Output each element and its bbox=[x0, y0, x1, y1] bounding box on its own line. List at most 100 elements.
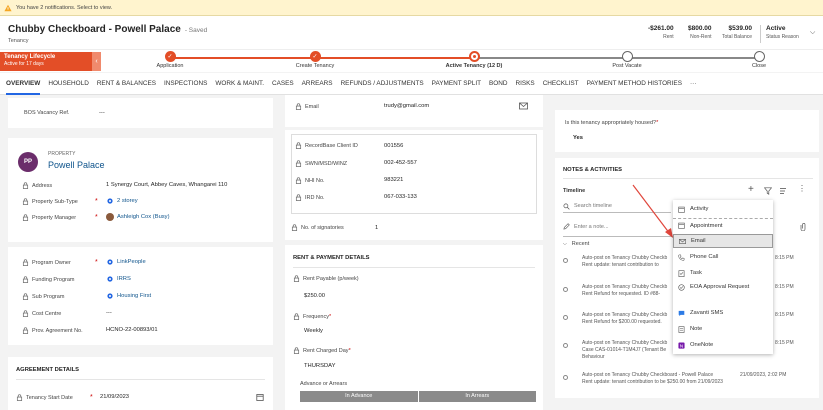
more-options-icon[interactable]: ⋮ bbox=[798, 184, 806, 193]
pending-stage-icon bbox=[621, 51, 633, 62]
kpi-value: $800.00 bbox=[688, 25, 712, 32]
save-status: - Saved bbox=[184, 27, 208, 34]
required-marker: * bbox=[95, 259, 98, 266]
filter-icon[interactable] bbox=[764, 187, 772, 195]
tab-bond[interactable]: BOND bbox=[489, 73, 507, 95]
lock-icon bbox=[295, 160, 302, 167]
tab-payment-split[interactable]: PAYMENT SPLIT bbox=[432, 73, 481, 95]
header-expand-chevron-icon[interactable]: ⌵ bbox=[810, 29, 815, 37]
timeline-item[interactable]: Auto-post on Tenancy Chubby Checkb Rent … bbox=[563, 255, 667, 269]
in-advance-option[interactable]: In Advance bbox=[300, 391, 419, 402]
lock-icon bbox=[22, 182, 29, 189]
menu-item-label: Zavanti SMS bbox=[690, 310, 724, 316]
funding-value[interactable]: IRRS bbox=[106, 275, 131, 283]
tab-overview[interactable]: OVERVIEW bbox=[6, 73, 41, 95]
tab-cases[interactable]: CASES bbox=[272, 73, 294, 95]
frequency-value[interactable]: Weekly bbox=[304, 328, 323, 334]
cost-value[interactable]: --- bbox=[106, 310, 112, 316]
owner-link[interactable]: LinkPeople bbox=[117, 259, 146, 265]
send-email-icon[interactable] bbox=[519, 102, 528, 110]
tab-household[interactable]: HOUSEHOLD bbox=[48, 73, 88, 95]
feed-line-2: Rent update: tenant contribution to be $… bbox=[582, 379, 723, 385]
menu-item-note[interactable]: Note bbox=[673, 322, 773, 336]
field-label: BOS Vacancy Ref. bbox=[24, 110, 70, 116]
bos-value[interactable]: --- bbox=[99, 110, 105, 116]
tab-payment-method-histories[interactable]: PAYMENT METHOD HISTORIES bbox=[587, 73, 682, 95]
menu-item-email[interactable]: Email bbox=[673, 234, 773, 248]
calendar-icon[interactable] bbox=[256, 393, 264, 401]
collapse-arrow-icon[interactable]: ‹ bbox=[92, 52, 101, 71]
sort-icon[interactable] bbox=[779, 187, 787, 195]
charged-day-value[interactable]: THURSDAY bbox=[304, 363, 335, 369]
stage-active-tenancy[interactable]: Active Tenancy (12 D) bbox=[429, 50, 519, 69]
tab-inspections[interactable]: INSPECTIONS bbox=[164, 73, 207, 95]
email-value[interactable]: trudy@gmail.com bbox=[384, 103, 429, 109]
kpi-status: Active Status Reason bbox=[766, 25, 799, 40]
menu-item-onenote[interactable]: N OneNote bbox=[673, 338, 773, 352]
tab-more[interactable]: ··· bbox=[690, 73, 696, 95]
address-value[interactable]: 1 Synergy Court, Abbey Caves, Whangarei … bbox=[106, 182, 227, 188]
attach-icon[interactable] bbox=[800, 223, 806, 231]
lifecycle-flag[interactable]: Tenancy Lifecycle Active for 17 days bbox=[0, 52, 92, 71]
kpi-label: Non-Rent bbox=[690, 34, 712, 40]
kpi-value: Active bbox=[766, 25, 786, 32]
timeline-item[interactable]: Auto-post on Tenancy Chubby Checkb Rent … bbox=[563, 312, 667, 326]
property-caption: PROPERTY bbox=[48, 151, 76, 157]
menu-item-label: Appointment bbox=[690, 222, 723, 229]
stage-post-vacate[interactable]: Post Vacate bbox=[582, 50, 672, 69]
menu-item-eoa-approval[interactable]: EOA Approval Request bbox=[673, 282, 773, 302]
tab-arrears[interactable]: ARREARS bbox=[302, 73, 333, 95]
menu-item-phone-call[interactable]: Phone Call bbox=[673, 250, 773, 264]
menu-item-label: EOA Approval Request bbox=[690, 284, 750, 290]
add-activity-menu: Activity Appointment Email Phone Call Ta… bbox=[673, 200, 773, 354]
tab-checklist[interactable]: CHECKLIST bbox=[543, 73, 579, 95]
property-name-link[interactable]: Powell Palace bbox=[48, 160, 105, 170]
kpi-label: Rent bbox=[663, 34, 674, 40]
manager-link[interactable]: Ashleigh Cox (Busy) bbox=[117, 214, 170, 220]
owner-value[interactable]: LinkPeople bbox=[106, 258, 146, 266]
stage-close[interactable]: Close bbox=[714, 50, 804, 69]
stage-application[interactable]: ✓ Application bbox=[125, 50, 215, 69]
menu-item-appointment[interactable]: Appointment bbox=[673, 218, 773, 232]
notification-bar[interactable]: You have 2 notifications. Select to view… bbox=[0, 0, 823, 16]
signatories-value[interactable]: 1 bbox=[375, 225, 378, 231]
subprogram-value[interactable]: Housing First bbox=[106, 292, 151, 300]
recent-group-header[interactable]: ⌵ Recent bbox=[563, 241, 589, 247]
field-label-text: No. of signatories bbox=[301, 224, 344, 231]
add-icon[interactable]: + bbox=[748, 184, 754, 195]
stage-create-tenancy[interactable]: ✓ Create Tenancy bbox=[270, 50, 360, 69]
record-value[interactable]: 001556 bbox=[384, 143, 403, 149]
in-arrears-option[interactable]: In Arrears bbox=[419, 391, 537, 402]
timeline-item[interactable]: Auto-post on Tenancy Chubby Checkb Rent … bbox=[563, 284, 668, 298]
subtype-link[interactable]: 2 storey bbox=[117, 198, 138, 204]
identifiers-card: RecordBase Client ID 001556 SWN/MSD/WINZ… bbox=[285, 130, 543, 240]
lock-icon bbox=[22, 214, 29, 221]
agreement-value[interactable]: HCNO-22-00893/01 bbox=[106, 327, 158, 333]
tab-refunds-adjustments[interactable]: REFUNDS / ADJUSTMENTS bbox=[341, 73, 424, 95]
timeline-item[interactable]: Auto-post on Tenancy Chubby Checkboard -… bbox=[563, 372, 723, 386]
swn-value[interactable]: 002-452-557 bbox=[384, 160, 417, 166]
pending-stage-icon bbox=[753, 51, 765, 62]
tab-rent-balances[interactable]: RENT & BALANCES bbox=[97, 73, 156, 95]
timeline-item[interactable]: Auto-post on Tenancy Chubby Checkb Case … bbox=[563, 340, 667, 361]
owner-label: Program Owner bbox=[22, 259, 71, 266]
advance-arrears-toggle[interactable]: In Advance In Arrears bbox=[300, 391, 536, 402]
subtype-value[interactable]: 2 storey bbox=[106, 197, 138, 205]
ird-value[interactable]: 067-033-133 bbox=[384, 194, 417, 200]
nhi-value[interactable]: 983221 bbox=[384, 177, 403, 183]
tab-risks[interactable]: RISKS bbox=[516, 73, 535, 95]
menu-item-task[interactable]: Task bbox=[673, 266, 773, 280]
subprogram-link[interactable]: Housing First bbox=[117, 293, 151, 299]
menu-item-activity[interactable]: Activity bbox=[673, 202, 773, 216]
feed-line-1: Auto-post on Tenancy Chubby Checkb bbox=[582, 284, 668, 290]
charged-day-label: Rent Charged Day * bbox=[293, 347, 351, 354]
manager-value[interactable]: Ashleigh Cox (Busy) bbox=[106, 213, 170, 221]
rent-value[interactable]: $250.00 bbox=[304, 293, 325, 299]
housed-value[interactable]: Yes bbox=[573, 135, 583, 141]
gear-icon bbox=[107, 293, 113, 299]
start-date-value[interactable]: 21/09/2023 bbox=[100, 394, 129, 400]
tab-work-maint[interactable]: WORK & MAINT. bbox=[215, 73, 264, 95]
menu-item-zavanti-sms[interactable]: Zavanti SMS bbox=[673, 306, 773, 320]
funding-link[interactable]: IRRS bbox=[117, 276, 131, 282]
feed-time: 21/09/2023, 2:02 PM bbox=[740, 372, 787, 378]
